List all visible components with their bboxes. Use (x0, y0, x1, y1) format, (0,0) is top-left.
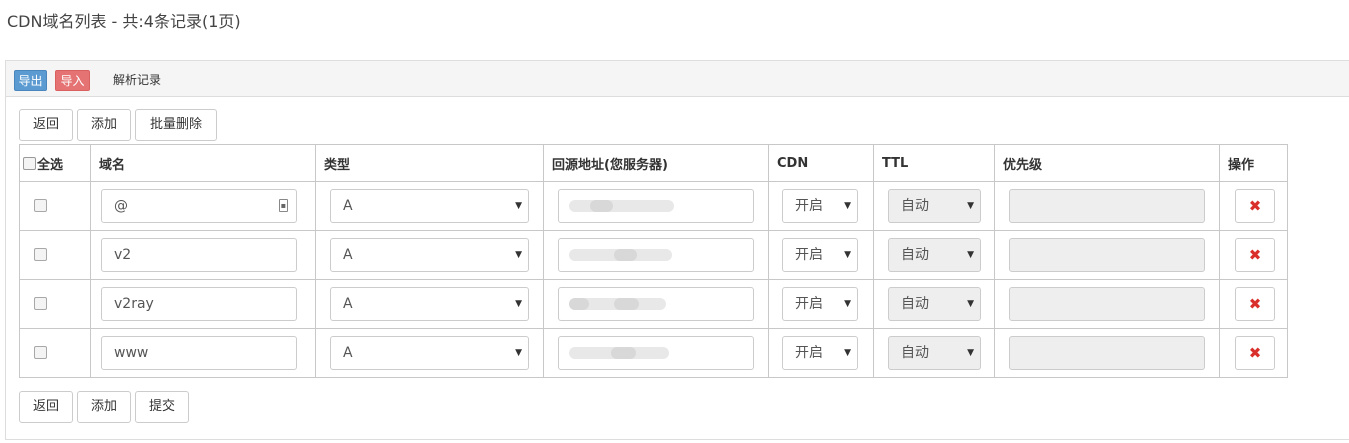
chevron-down-icon: ▼ (967, 201, 974, 211)
table-row: v2ray A ▼ 开启 ▼ 自动 ▼ ✖ (19, 279, 1288, 329)
actions-header: 操作 (1219, 144, 1288, 182)
origin-header: 回源地址(您服务器) (543, 144, 769, 182)
chevron-down-icon: ▼ (515, 201, 522, 211)
chevron-down-icon: ▼ (844, 299, 851, 309)
chevron-down-icon: ▼ (967, 250, 974, 260)
records-table: 全选 域名 类型 回源地址(您服务器) CDN TTL 优先级 操作 @ ▪ A… (19, 144, 1288, 378)
chevron-down-icon: ▼ (515, 299, 522, 309)
submit-button[interactable]: 提交 (135, 391, 189, 423)
delete-row-button[interactable]: ✖ (1235, 287, 1275, 321)
page-title: CDN域名列表 - 共:4条记录(1页) (7, 12, 241, 31)
redacted-value (569, 200, 674, 212)
chevron-down-icon: ▼ (515, 348, 522, 358)
ttl-header: TTL (873, 144, 995, 182)
select-all-checkbox[interactable] (23, 156, 36, 170)
priority-input (1009, 287, 1205, 321)
origin-input[interactable] (558, 336, 754, 370)
cdn-header: CDN (768, 144, 874, 182)
priority-input (1009, 189, 1205, 223)
priority-input (1009, 336, 1205, 370)
priority-header: 优先级 (994, 144, 1220, 182)
row-checkbox[interactable] (34, 199, 47, 212)
domain-input[interactable]: v2ray (101, 287, 297, 321)
panel-header: 导出 导入 解析记录 (6, 61, 1349, 97)
redacted-value (569, 298, 674, 310)
type-select[interactable]: A ▼ (330, 189, 529, 223)
times-icon: ✖ (1248, 197, 1262, 215)
type-select[interactable]: A ▼ (330, 238, 529, 272)
domain-header: 域名 (90, 144, 316, 182)
back-button-bottom[interactable]: 返回 (19, 391, 73, 423)
chevron-down-icon: ▼ (967, 348, 974, 358)
times-icon: ✖ (1248, 344, 1262, 362)
ttl-select: 自动 ▼ (888, 189, 981, 223)
domain-input[interactable]: www (101, 336, 297, 370)
chevron-down-icon: ▼ (844, 250, 851, 260)
cdn-select[interactable]: 开启 ▼ (782, 189, 858, 223)
row-checkbox[interactable] (34, 297, 47, 310)
row-checkbox[interactable] (34, 346, 47, 359)
add-button[interactable]: 添加 (77, 109, 131, 141)
export-button[interactable]: 导出 (14, 70, 47, 91)
table-row: @ ▪ A ▼ 开启 ▼ 自动 ▼ ✖ (19, 181, 1288, 231)
chevron-down-icon: ▼ (515, 250, 522, 260)
import-button[interactable]: 导入 (55, 70, 90, 91)
priority-input (1009, 238, 1205, 272)
domain-input[interactable]: v2 (101, 238, 297, 272)
chevron-down-icon: ▼ (967, 299, 974, 309)
table-row: www A ▼ 开启 ▼ 自动 ▼ ✖ (19, 328, 1288, 378)
delete-row-button[interactable]: ✖ (1235, 189, 1275, 223)
type-select[interactable]: A ▼ (330, 336, 529, 370)
add-button-bottom[interactable]: 添加 (77, 391, 131, 423)
delete-row-button[interactable]: ✖ (1235, 336, 1275, 370)
times-icon: ✖ (1248, 246, 1262, 264)
cdn-select[interactable]: 开启 ▼ (782, 238, 858, 272)
ttl-select: 自动 ▼ (888, 287, 981, 321)
table-header-row: 全选 域名 类型 回源地址(您服务器) CDN TTL 优先级 操作 (19, 144, 1288, 182)
row-checkbox[interactable] (34, 248, 47, 261)
records-panel: 导出 导入 解析记录 返回 添加 批量删除 全选 域名 类型 回源地址(您服务器… (5, 60, 1349, 440)
cdn-select[interactable]: 开启 ▼ (782, 336, 858, 370)
origin-input[interactable] (558, 287, 754, 321)
type-select[interactable]: A ▼ (330, 287, 529, 321)
select-all-header[interactable]: 全选 (19, 144, 91, 182)
batch-delete-button[interactable]: 批量删除 (135, 109, 217, 141)
type-header: 类型 (315, 144, 544, 182)
ttl-select: 自动 ▼ (888, 238, 981, 272)
chevron-down-icon: ▼ (844, 201, 851, 211)
domain-input[interactable]: @ ▪ (101, 189, 297, 223)
tab-dns-records[interactable]: 解析记录 (113, 71, 161, 88)
redacted-value (569, 249, 674, 261)
table-row: v2 A ▼ 开启 ▼ 自动 ▼ ✖ (19, 230, 1288, 280)
keyboard-icon: ▪ (279, 199, 288, 212)
cdn-select[interactable]: 开启 ▼ (782, 287, 858, 321)
back-button[interactable]: 返回 (19, 109, 73, 141)
chevron-down-icon: ▼ (844, 348, 851, 358)
origin-input[interactable] (558, 238, 754, 272)
delete-row-button[interactable]: ✖ (1235, 238, 1275, 272)
redacted-value (569, 347, 674, 359)
origin-input[interactable] (558, 189, 754, 223)
times-icon: ✖ (1248, 295, 1262, 313)
ttl-select: 自动 ▼ (888, 336, 981, 370)
